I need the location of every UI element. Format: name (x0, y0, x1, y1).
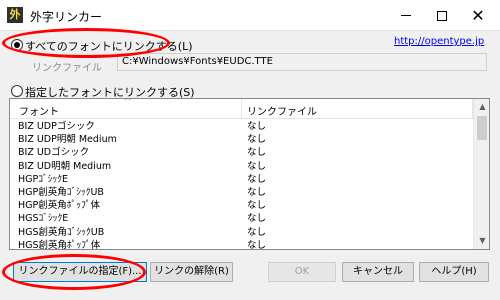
help-button[interactable]: ヘルプ(H) (419, 262, 489, 282)
minimize-icon (401, 15, 411, 16)
highlight-ellipse (2, 28, 170, 58)
cancel-button[interactable]: キャンセル (342, 262, 414, 282)
window-title: 外字リンカー (30, 10, 103, 24)
table-row[interactable]: HGSｺﾞｼｯｸE なし (10, 212, 473, 225)
link-file-cell: なし (247, 186, 267, 198)
scroll-down-icon[interactable]: ▼ (474, 233, 489, 249)
link-file-field: C:¥Windows¥Fonts¥EUDC.TTE (117, 53, 487, 71)
font-name-cell: BIZ UD明朝 Medium (18, 160, 112, 172)
minimize-button[interactable] (388, 0, 424, 31)
ok-button[interactable]: OK (268, 262, 336, 282)
font-name-cell: HGS創英角ｺﾞｼｯｸUB (18, 226, 105, 238)
remove-link-button[interactable]: リンクの解除(R) (150, 262, 233, 282)
font-name-cell: HGSｺﾞｼｯｸE (18, 213, 69, 225)
font-list[interactable]: ^ フォント リンクファイル BIZ UDPゴシック なし BIZ UDP明朝 M… (9, 98, 490, 250)
link-file-label: リンクファイル (32, 63, 102, 74)
font-name-cell: BIZ UDP明朝 Medium (18, 134, 117, 146)
link-file-cell: なし (247, 213, 267, 225)
column-header-link-file[interactable]: リンクファイル (247, 103, 317, 118)
maximize-icon (437, 10, 447, 21)
specific-fonts-radio[interactable] (11, 85, 23, 97)
link-file-cell: なし (247, 173, 267, 185)
app-icon: 外 (7, 7, 23, 23)
table-row[interactable]: BIZ UDP明朝 Medium なし (10, 133, 473, 146)
list-rows: BIZ UDPゴシック なし BIZ UDP明朝 Medium なし BIZ UDゴ… (10, 120, 473, 250)
table-row[interactable]: BIZ UD明朝 Medium なし (10, 160, 473, 173)
list-header: ^ フォント リンクファイル (10, 99, 473, 119)
scroll-up-icon[interactable]: ▲ (474, 99, 489, 115)
highlight-ellipse (2, 254, 146, 290)
font-name-cell: HGP創英角ｺﾞｼｯｸUB (18, 186, 104, 198)
link-file-cell: なし (247, 239, 267, 250)
table-row[interactable]: HGS創英角ﾎﾟｯﾌﾟ体 なし (10, 239, 473, 250)
maximize-button[interactable] (424, 0, 460, 31)
font-name-cell: HGP創英角ﾎﾟｯﾌﾟ体 (18, 200, 100, 212)
table-row[interactable]: HGPｺﾞｼｯｸE なし (10, 173, 473, 186)
table-row[interactable]: HGP創英角ﾎﾟｯﾌﾟ体 なし (10, 199, 473, 212)
font-name-cell: BIZ UDPゴシック (18, 121, 95, 132)
opentype-link[interactable]: http://opentype.jp (394, 36, 484, 47)
link-file-cell: なし (247, 134, 267, 146)
table-row[interactable]: BIZ UDゴシック なし (10, 146, 473, 159)
scroll-thumb[interactable] (477, 116, 487, 140)
table-row[interactable]: BIZ UDPゴシック なし (10, 120, 473, 133)
title-bar: 外 外字リンカー ✕ (0, 0, 500, 31)
table-row[interactable]: HGP創英角ｺﾞｼｯｸUB なし (10, 186, 473, 199)
font-name-cell: BIZ UDゴシック (18, 147, 90, 159)
column-header-font[interactable]: フォント (19, 103, 59, 118)
link-file-cell: なし (247, 121, 267, 132)
vertical-scrollbar[interactable]: ▲ ▼ (473, 99, 489, 249)
link-file-cell: なし (247, 160, 267, 172)
link-file-cell: なし (247, 226, 267, 238)
close-icon: ✕ (471, 5, 485, 25)
font-name-cell: HGPｺﾞｼｯｸE (18, 173, 68, 185)
table-row[interactable]: HGS創英角ｺﾞｼｯｸUB なし (10, 226, 473, 239)
close-button[interactable]: ✕ (460, 0, 496, 31)
sort-arrow-icon: ^ (124, 98, 132, 107)
link-file-cell: なし (247, 147, 267, 159)
column-divider[interactable] (241, 99, 242, 119)
font-name-cell: HGS創英角ﾎﾟｯﾌﾟ体 (18, 239, 101, 250)
link-file-cell: なし (247, 200, 267, 212)
